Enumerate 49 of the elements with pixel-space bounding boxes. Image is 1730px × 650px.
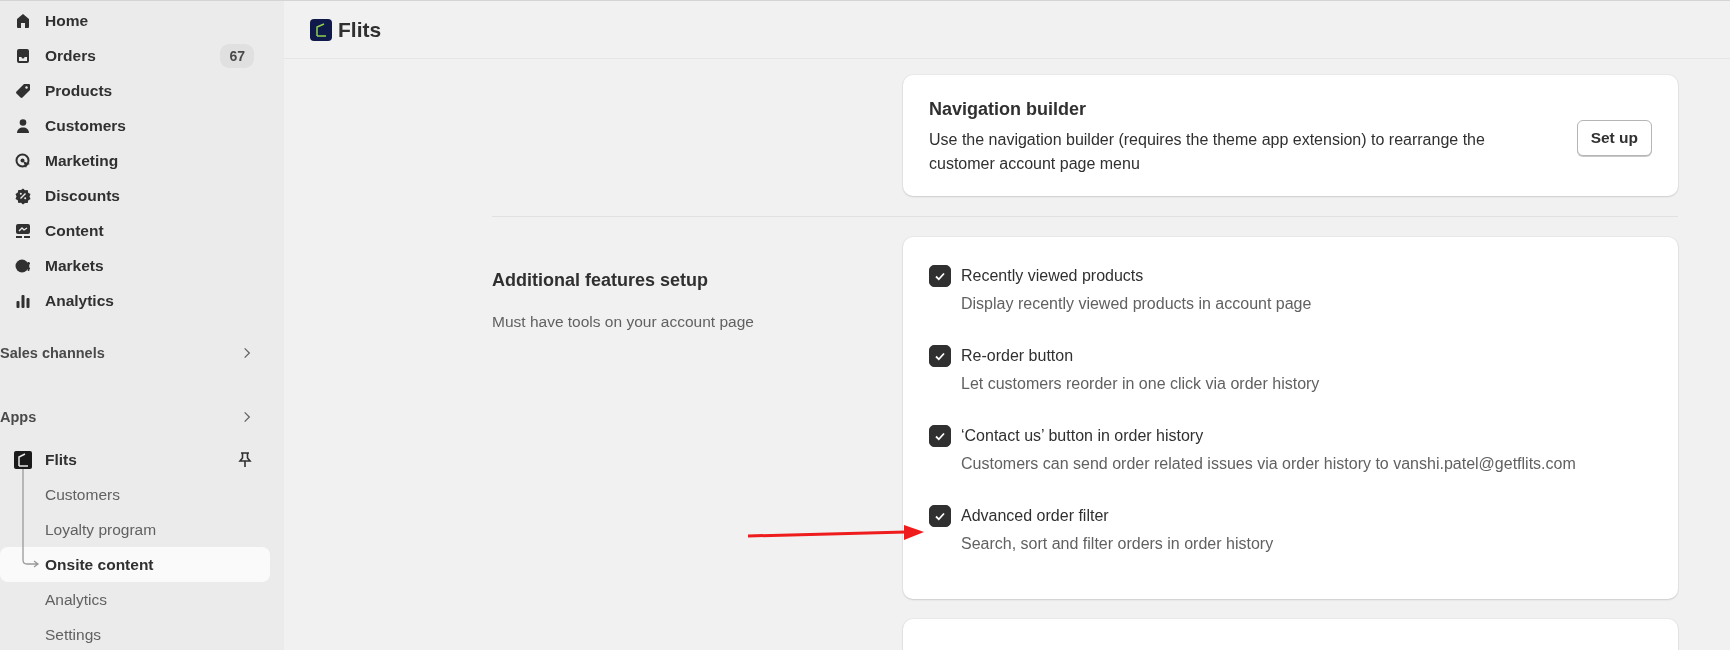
- count-badge: 67: [220, 43, 254, 68]
- help-text: Let customers reorder in one click via order history: [961, 375, 1320, 393]
- help-text: Search, sort and filter orders in order history: [961, 535, 1274, 553]
- checkbox[interactable]: [929, 265, 951, 287]
- checkmark-icon: [934, 510, 946, 522]
- submenu-item[interactable]: Settings: [0, 617, 270, 650]
- app-logo-icon: [310, 18, 332, 41]
- checkmark-icon: [934, 430, 946, 442]
- app-logo-icon: [14, 450, 32, 469]
- section-description: Must have tools on your account page: [492, 313, 755, 331]
- person-icon: [14, 116, 32, 135]
- setup-button[interactable]: Set up: [1576, 119, 1652, 156]
- monitor-icon: [14, 221, 32, 240]
- checkmark-icon: [934, 270, 946, 282]
- nav-item[interactable]: Markets: [0, 248, 284, 283]
- nav-item[interactable]: Discounts: [0, 178, 284, 213]
- section-title: Additional features setup: [492, 270, 710, 291]
- card-title: Navigation builder: [929, 99, 1088, 120]
- nav-item[interactable]: Orders 67: [0, 38, 284, 73]
- nav-item[interactable]: Customers: [0, 108, 284, 143]
- checkbox-label: Re-order button: [961, 346, 1075, 366]
- checkbox-label: Recently viewed products: [961, 266, 1145, 286]
- submenu-item[interactable]: Analytics: [0, 582, 270, 617]
- home-icon: [14, 11, 32, 30]
- percent-badge-icon: [14, 186, 32, 205]
- nav-item[interactable]: Analytics: [0, 283, 284, 318]
- checkmark-icon: [934, 350, 946, 362]
- tag-icon: [14, 81, 32, 100]
- submenu-item[interactable]: Customers: [0, 477, 270, 512]
- card-description: Use the navigation builder (requires the theme app extension) to rearrange the customer account page menu: [929, 130, 1486, 174]
- checkbox[interactable]: [929, 425, 951, 447]
- checkbox[interactable]: [929, 345, 951, 367]
- section-header[interactable]: Sales channels: [0, 335, 284, 370]
- page-title: Flits: [338, 17, 382, 42]
- checkbox[interactable]: [929, 505, 951, 527]
- help-text: Customers can send order related issues via order history to vanshi.patel@getflits.com: [961, 455, 1576, 473]
- submenu-item[interactable]: Loyalty program: [0, 512, 270, 547]
- app-item[interactable]: Flits: [0, 442, 284, 477]
- submenu-item[interactable]: Onsite content: [0, 547, 270, 582]
- nav-item[interactable]: Products: [0, 73, 284, 108]
- checkbox-label: ‘Contact us’ button in order history: [961, 426, 1205, 446]
- nav-item[interactable]: Home: [0, 3, 284, 38]
- target-icon: [14, 151, 32, 170]
- checkbox-label: Advanced order filter: [961, 506, 1110, 526]
- inbox-icon: [14, 46, 32, 65]
- section-header[interactable]: Apps: [0, 399, 284, 434]
- help-text: Display recently viewed products in account page: [961, 295, 1312, 313]
- nav-item[interactable]: Content: [0, 213, 284, 248]
- nav-item[interactable]: Marketing: [0, 143, 284, 178]
